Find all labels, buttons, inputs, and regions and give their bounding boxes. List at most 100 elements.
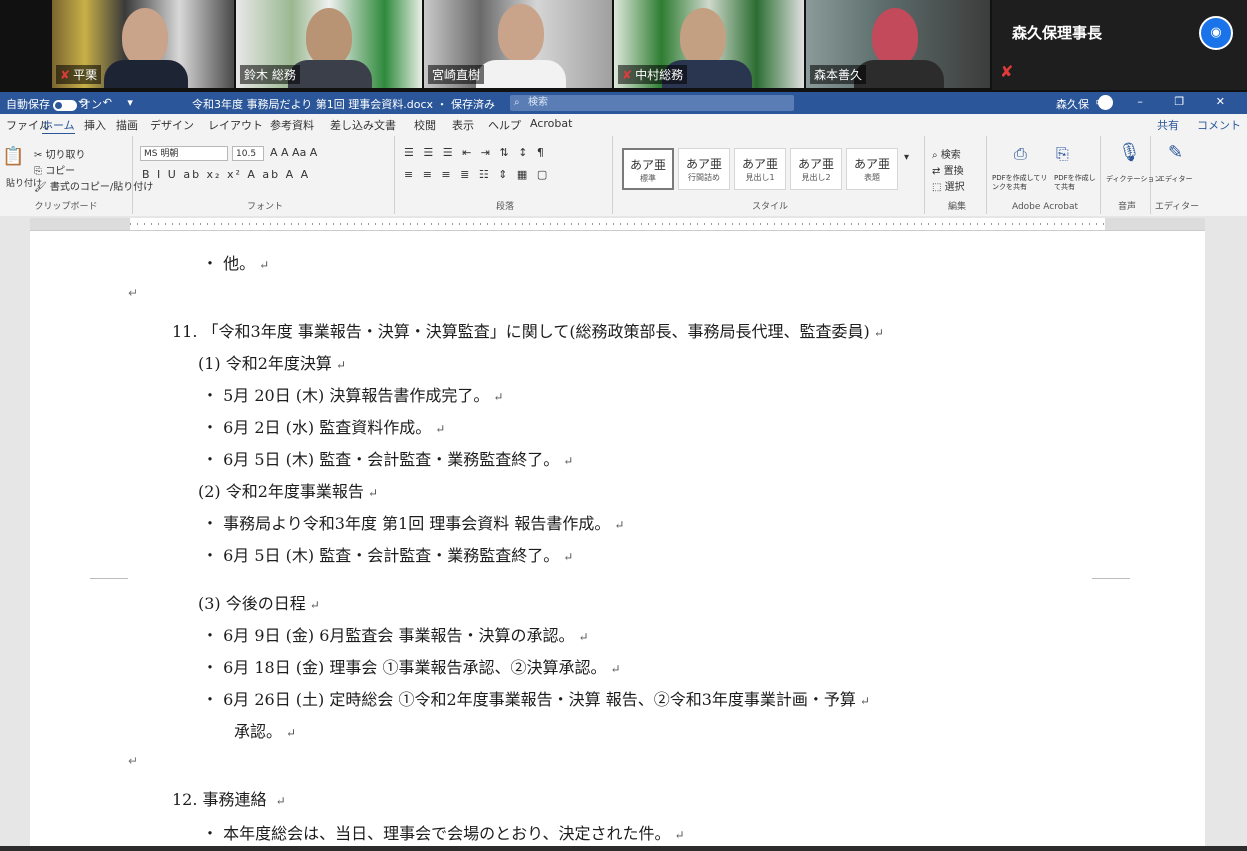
subsection-heading: (1) 令和2年度決算 ↵ (198, 354, 346, 373)
pdf-share-icon[interactable]: ⎘ (1056, 144, 1069, 164)
group-label: スタイル (751, 202, 788, 212)
cursor-icon: ⬚ (932, 182, 942, 193)
replace-button[interactable]: ⇄ 置換 (932, 162, 964, 177)
voice-group: 🎙 ディクテーション 音声 (1104, 136, 1161, 214)
participant-tile[interactable]: ✘ 中村総務 (614, 0, 804, 88)
list-item: ・ 事務局より令和3年度 第1回 理事会資料 報告書作成。 ↵ (202, 514, 625, 533)
find-button[interactable]: ⌕ 検索 (932, 146, 961, 161)
copy-button[interactable]: ⎘ コピー (34, 162, 75, 177)
pdf-link-icon[interactable]: ⎙ (1014, 144, 1027, 164)
group-label: エディター (1154, 202, 1200, 212)
editor-group: ✎ エディター エディター (1154, 136, 1200, 214)
list-item: ・ 6月 18日 (金) 理事会 ①事業報告承認、②決算承認。 ↵ (202, 658, 621, 677)
toggle-icon[interactable] (53, 99, 77, 111)
paragraph-mark: ↵ (128, 286, 139, 300)
participant-name: ✘ 中村総務 (618, 65, 688, 84)
bottom-bar (0, 846, 1247, 851)
clipboard-group: 📋 貼り付け ✂ 切り取り ⎘ コピー 🖌 書式のコピー/貼り付け クリップボー… (0, 136, 153, 214)
group-label: 編集 (947, 202, 966, 212)
tab-help[interactable]: ヘルプ (488, 117, 521, 133)
quick-access-toolbar[interactable]: ⟲ ↶ ▾ (78, 96, 139, 109)
list-item: ・ 6月 5日 (木) 監査・会計監査・業務監査終了。 ↵ (202, 546, 574, 565)
create-pdf-link-button[interactable]: PDFを作成してリンクを共有 (992, 174, 1052, 192)
tab-insert[interactable]: 挿入 (84, 117, 106, 133)
ribbon: 📋 貼り付け ✂ 切り取り ⎘ コピー 🖌 書式のコピー/貼り付け クリップボー… (0, 134, 1247, 217)
mic-off-icon: ✘ (60, 68, 71, 82)
participant-tile[interactable]: 森本善久 (806, 0, 990, 88)
microphone-icon[interactable]: 🎙 (1118, 142, 1141, 163)
participant-tile[interactable]: ✘ 平栗 (52, 0, 234, 88)
styles-group: あア亜 標準 あア亜 行間詰め あア亜 見出し1 あア亜 見出し2 あア亜 表題 ▾ スタ… (616, 136, 925, 214)
comment-button[interactable]: コメント (1197, 117, 1241, 133)
font-group: MS 明朝 10.5 A A Aa A B I U ab x₂ x² A ab … (136, 136, 395, 214)
document-page[interactable]: ・ 他。 ↵ ↵ 11. 「令和3年度 事業報告・決算・決算監査」に関して(総務政… (30, 230, 1205, 846)
group-label: 段落 (495, 202, 514, 212)
tab-references[interactable]: 参考資料 (270, 117, 314, 133)
group-label: クリップボード (34, 202, 98, 212)
document-title: 令和3年度 事務局だより 第1回 理事会資料.docx ・ 保存済み (192, 98, 496, 111)
host-name: 森久保理事長 (1012, 24, 1103, 42)
ruler-ticks (130, 223, 1105, 225)
alignment-buttons[interactable]: ≡ ≡ ≡ ≣ ☷ ⇕ ▦ ▢ (404, 168, 550, 181)
participant-name: 宮崎直樹 (428, 65, 485, 84)
styles-more-icon[interactable]: ▾ (904, 152, 909, 163)
tab-mailings[interactable]: 差し込み文書 (330, 117, 396, 133)
list-item: ・ 6月 5日 (木) 監査・会計監査・業務監査終了。 ↵ (202, 450, 574, 469)
participant-tile[interactable]: 鈴木 総務 (236, 0, 422, 88)
tab-review[interactable]: 校閲 (414, 117, 436, 133)
participant-name: 鈴木 総務 (240, 65, 300, 84)
list-item: ・ 本年度総会は、当日、理事会で会場のとおり、決定された件。 ↵ (202, 824, 685, 843)
host-tile[interactable]: 森久保理事長 ✘ ◉ (992, 0, 1247, 90)
participant-name: ✘ 平栗 (56, 65, 102, 84)
participant-tile[interactable]: 宮崎直樹 (424, 0, 612, 88)
share-button[interactable]: 共有 (1157, 117, 1179, 133)
tab-view[interactable]: 表示 (452, 117, 474, 133)
horizontal-ruler[interactable] (30, 218, 1205, 231)
group-label: Adobe Acrobat (1011, 202, 1079, 212)
search-icon: ⌕ (932, 150, 938, 161)
tab-layout[interactable]: レイアウト (208, 117, 263, 133)
tab-acrobat[interactable]: Acrobat (530, 117, 572, 130)
mic-off-icon: ✘ (1000, 62, 1014, 81)
editor-pen-icon[interactable]: ✎ (1168, 142, 1183, 163)
font-size-controls[interactable]: A A Aa A (270, 146, 317, 159)
window-controls[interactable]: ▭ – ❐ ✕ (1096, 95, 1239, 108)
select-button[interactable]: ⬚ 選択 (932, 178, 965, 193)
host-avatar-icon[interactable]: ◉ (1199, 16, 1233, 50)
font-name-select[interactable]: MS 明朝 (140, 146, 228, 161)
list-indent-buttons[interactable]: ☰ ☰ ☰ ⇤ ⇥ ⇅ ↕ ¶ (404, 146, 547, 159)
paragraph-mark: ↵ (128, 754, 139, 768)
style-normal[interactable]: あア亜 標準 (622, 148, 674, 190)
section-heading: 12. 事務連絡 ↵ (172, 790, 286, 809)
subsection-heading: (3) 今後の日程 ↵ (198, 594, 320, 613)
font-format-buttons[interactable]: B I U ab x₂ x² A ab A A (142, 168, 310, 181)
list-item: ・ 他。 ↵ (202, 254, 270, 273)
participant-name: 森本善久 (810, 65, 867, 84)
style-heading-2[interactable]: あア亜 見出し2 (790, 148, 842, 190)
document-area: ・ 他。 ↵ ↵ 11. 「令和3年度 事業報告・決算・決算監査」に関して(総務政… (0, 216, 1247, 846)
style-title[interactable]: あア亜 表題 (846, 148, 898, 190)
search-box[interactable]: ⌕ 検索 (510, 95, 794, 111)
group-label: 音声 (1117, 202, 1136, 212)
style-no-spacing[interactable]: あア亜 行間詰め (678, 148, 730, 190)
ruler-right-margin (1105, 218, 1205, 230)
tab-home[interactable]: ホーム (42, 117, 75, 135)
tab-draw[interactable]: 描画 (116, 117, 138, 133)
editor-button[interactable]: エディター (1158, 174, 1193, 184)
search-icon: ⌕ (514, 97, 520, 108)
video-strip: ✘ 平栗 鈴木 総務 宮崎直樹 ✘ 中村総務 森本善久 森久保理事長 ✘ ◉ (0, 0, 1247, 92)
group-label: フォント (246, 202, 283, 212)
page-gap-mark (90, 578, 128, 579)
list-item-continuation: 承認。 ↵ (234, 722, 297, 741)
acrobat-group: ⎙ ⎘ PDFを作成してリンクを共有 PDFを作成して共有 Adobe Acro… (990, 136, 1101, 214)
font-size-select[interactable]: 10.5 (232, 146, 264, 161)
cut-button[interactable]: ✂ 切り取り (34, 146, 86, 161)
style-heading-1[interactable]: あア亜 見出し1 (734, 148, 786, 190)
list-item: ・ 6月 26日 (土) 定時総会 ①令和2年度事業報告・決算 報告、②令和3年… (202, 690, 870, 709)
subsection-heading: (2) 令和2年度事業報告 ↵ (198, 482, 378, 501)
paste-icon[interactable]: 📋 (2, 146, 24, 167)
tab-design[interactable]: デザイン (150, 117, 194, 133)
mic-off-icon: ✘ (622, 68, 633, 82)
create-pdf-share-button[interactable]: PDFを作成して共有 (1054, 174, 1098, 192)
user-name[interactable]: 森久保 (1056, 96, 1089, 112)
